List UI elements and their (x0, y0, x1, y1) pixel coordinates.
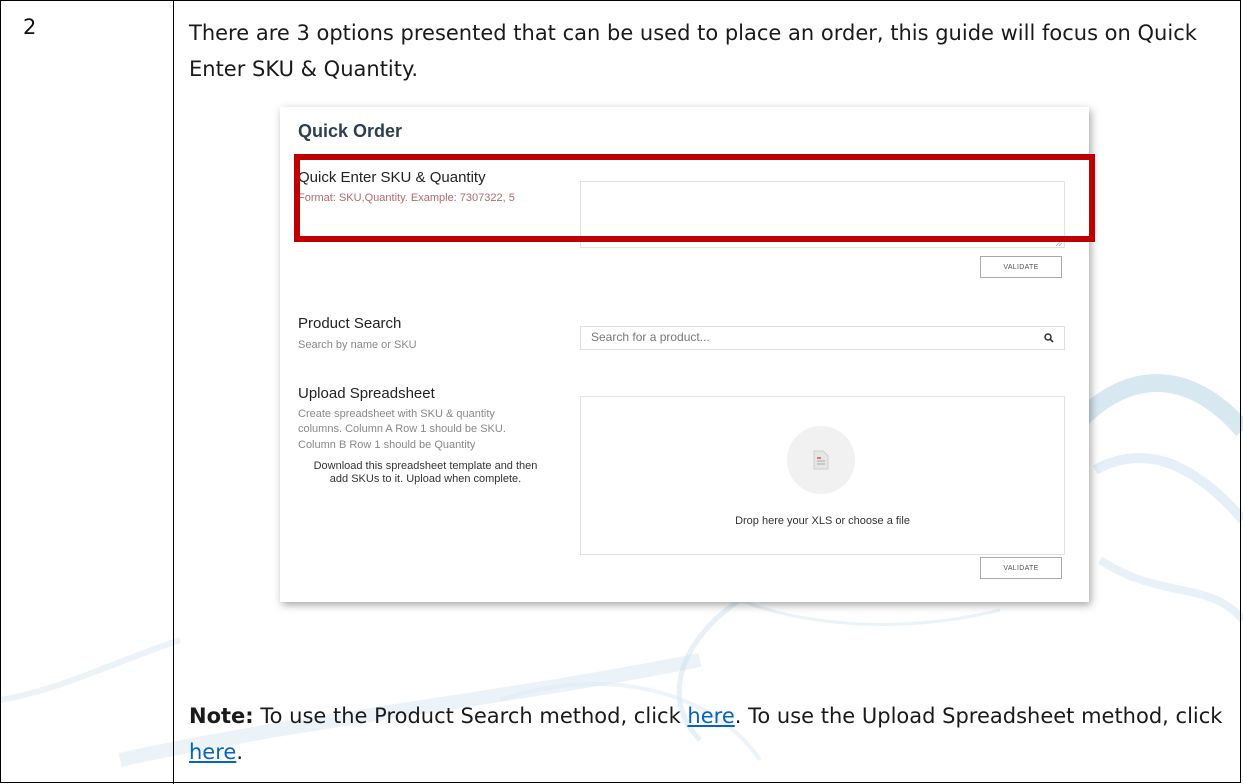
upload-desc-line-3: Column B Row 1 should be Quantity (298, 439, 476, 451)
note-label: Note: (189, 704, 254, 728)
step-number: 2 (23, 15, 37, 39)
upload-spreadsheet-link[interactable]: here (189, 740, 236, 764)
template-download-line-2: add SKUs to it. Upload when complete. (329, 473, 522, 485)
note-paragraph: Note: To use the Product Search method, … (189, 698, 1229, 770)
product-search-input[interactable] (591, 329, 1011, 345)
file-icon (813, 450, 829, 470)
quick-order-title: Quick Order (298, 121, 403, 141)
resize-grip-icon[interactable] (1056, 240, 1062, 246)
product-search-box (580, 326, 1065, 350)
note-text-1: To use the Product Search method, click (253, 704, 688, 728)
search-icon (1044, 333, 1054, 343)
file-drop-zone[interactable]: Drop here your XLS or choose a file (580, 396, 1065, 555)
quick-enter-subtitle: Format: SKU,Quantity. Example: 7307322, … (298, 192, 515, 204)
product-search-link[interactable]: here (687, 704, 734, 728)
column-divider (173, 1, 174, 784)
product-search-subtitle: Search by name or SKU (298, 339, 417, 351)
upload-desc-line-2: columns. Column A Row 1 should be SKU. (298, 423, 506, 435)
quick-enter-validate-button[interactable]: VALIDATE (980, 256, 1062, 278)
upload-desc-line-1: Create spreadsheet with SKU & quantity (298, 408, 495, 420)
search-button[interactable] (1034, 327, 1064, 349)
file-icon-circle (787, 426, 855, 494)
note-text-2: . To use the Upload Spreadsheet method, … (734, 704, 1223, 728)
intro-text: There are 3 options presented that can b… (189, 21, 1197, 81)
upload-validate-button[interactable]: VALIDATE (980, 557, 1062, 579)
upload-spreadsheet-title: Upload Spreadsheet (298, 385, 435, 402)
quick-order-screenshot: Quick Order Quick Enter SKU & Quantity F… (280, 107, 1089, 602)
drop-zone-text: Drop here your XLS or choose a file (735, 515, 910, 527)
sku-quantity-textarea[interactable] (580, 181, 1065, 248)
note-text-3: . (236, 740, 244, 764)
quick-enter-title: Quick Enter SKU & Quantity (298, 169, 486, 186)
product-search-title: Product Search (298, 315, 402, 332)
template-download-line-1[interactable]: Download this spreadsheet template and t… (298, 459, 553, 473)
